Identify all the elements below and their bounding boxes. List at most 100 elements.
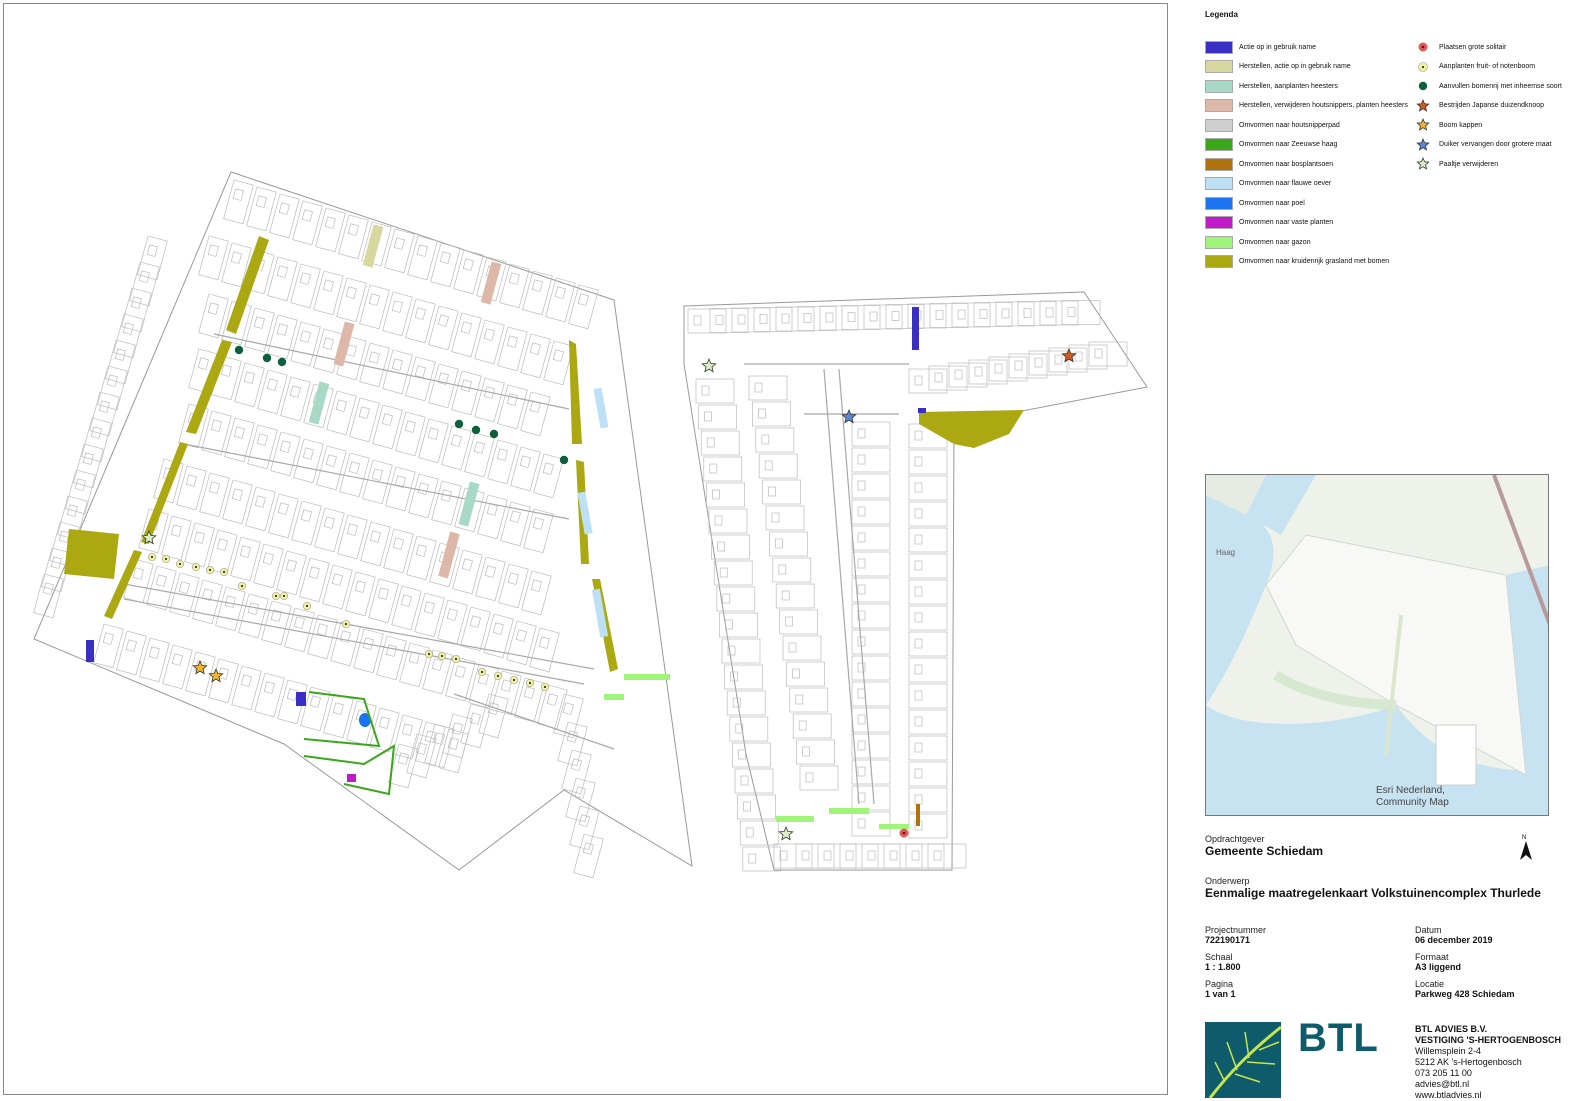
garden-plot[interactable] [129,261,160,307]
company-name: BTL ADVIES B.V. [1415,1024,1488,1034]
onderwerp-value: Eenmalige maatregelenkaart Volkstuinenco… [1205,886,1541,900]
legend-swatch [1205,79,1233,93]
legend-area-item: Omvormen naar bosplantsoen [1205,156,1333,172]
yellow-circle-dot-icon[interactable] [424,649,434,659]
garden-plot[interactable] [97,365,128,411]
legend-swatch [1205,40,1233,54]
garden-plot[interactable] [113,313,144,359]
legend-swatch [1205,60,1233,73]
yellow-circle-dot-icon[interactable] [437,651,447,661]
overview-credit-line-2: Community Map [1376,797,1449,808]
legend-area-item: Omvormen naar gazon [1205,234,1311,250]
legend-area-item: Omvormen naar Zeeuwse haag [1205,137,1337,153]
yellow-circle-dot-icon[interactable] [493,671,503,681]
legend-label: Omvormen naar kruidenrijk grasland met b… [1239,258,1390,265]
yellow-circle-dot-icon[interactable] [540,682,550,692]
legend-swatch [1205,157,1233,171]
opdrachtgever-block: Opdrachtgever Gemeente Schiedam [1205,834,1323,858]
site-map[interactable] [4,4,1169,1096]
company-email: advies@btl.nl [1415,1079,1470,1089]
legend-symbol-item: Aanplanten fruit- of notenboom [1413,59,1535,75]
yellow-circle-dot-icon[interactable] [147,552,157,562]
pagina-block: Pagina 1 van 1 [1205,979,1236,999]
locatie-label: Locatie [1415,979,1445,989]
legend-swatch [1205,138,1233,151]
legend-label: Plaatsen grote solitair [1439,43,1507,51]
garden-plot[interactable] [569,805,600,851]
company-address: BTL ADVIES B.V. VESTIGING 'S-HERTOGENBOS… [1415,1024,1561,1101]
legend-label: Omvormen naar gazon [1239,238,1311,246]
green-dot-icon[interactable] [277,357,287,367]
legend-symbol-item: Paaltje verwijderen [1413,156,1498,172]
legend-title: Legenda [1205,10,1238,19]
garden-plot[interactable] [81,417,112,463]
yellow-circle-dot-icon[interactable] [219,567,229,577]
yellow-circle-dot-icon[interactable] [525,678,535,688]
legend-area-item: Herstellen, actie op in gebruik name [1205,59,1351,75]
yellow-circle-dot-icon[interactable] [175,559,185,569]
yellow-circle-dot-icon[interactable] [477,667,487,677]
legend-area-item: Herstellen, aanplanten heesters [1205,78,1338,94]
garden-plot[interactable] [137,235,168,281]
yellow-circle-dot-icon[interactable] [191,562,201,572]
legend-symbol-item: Boom kappen [1413,117,1482,133]
pagina-value: 1 van 1 [1205,989,1236,999]
yellow-circle-dot-icon[interactable] [451,654,461,664]
yellow-circle-dot-icon[interactable] [279,591,289,601]
green-dot-icon[interactable] [489,429,499,439]
projectnummer-value: 722190171 [1205,935,1251,945]
legend-symbol-item: Aanvullen bomenrij met inheemse soort [1413,78,1562,94]
legend-area-item: Omvormen naar poel [1205,195,1305,211]
overview-map[interactable]: Haag Esri Nederland, Community Map [1205,474,1549,816]
green-dot-icon[interactable] [234,345,244,355]
garden-plot[interactable] [89,391,120,437]
formaat-value: A3 liggend [1415,962,1462,972]
legend-label: Omvormen naar vaste planten [1239,219,1334,226]
legend-label: Omvormen naar poel [1239,199,1305,207]
legend-label: Aanplanten fruit- of notenboom [1439,63,1536,70]
locatie-block: Locatie Parkweg 428 Schiedam [1415,979,1515,999]
overview-svg: Haag [1206,475,1548,815]
yellow-circle-dot-icon[interactable] [302,601,312,611]
legend-label: Paaltje verwijderen [1439,160,1499,168]
projectnummer-block: Projectnummer 722190171 [1205,925,1266,945]
formaat-label: Formaat [1415,952,1449,962]
garden-plot[interactable] [105,339,136,385]
garden-plot[interactable] [121,287,152,333]
star-icon [1413,137,1433,153]
projectnummer-label: Projectnummer [1205,925,1267,935]
red-circle-dot-icon [1413,39,1433,55]
garden-plot[interactable] [73,443,104,489]
yellow-circle-dot-icon[interactable] [271,591,281,601]
green-dot-icon[interactable] [262,353,272,363]
legend-area-item: Omvormen naar flauwe oever [1205,176,1331,192]
legend-label: Actie op in gebruik name [1239,43,1317,51]
datum-value: 06 december 2019 [1415,935,1493,945]
yellow-circle-dot-icon[interactable] [237,581,247,591]
garden-plot[interactable] [573,833,604,879]
left-complex [33,171,693,871]
onderwerp-label: Onderwerp [1205,876,1250,886]
star-icon [1413,117,1433,133]
yellow-circle-dot-icon[interactable] [161,554,171,564]
red-circle-dot-icon[interactable] [899,828,909,838]
yellow-circle-dot-icon[interactable] [341,619,351,629]
yellow-circle-dot-icon[interactable] [205,565,215,575]
map-frame[interactable] [3,3,1168,1095]
legend-symbol-item: Plaatsen grote solitair [1413,39,1506,55]
svg-text:Haag: Haag [1216,548,1235,557]
legend-swatch [1205,99,1233,112]
green-dot-icon[interactable] [471,425,481,435]
legend-swatch [1205,235,1233,249]
legend-area-item: Omvormen naar vaste planten [1205,215,1333,231]
btl-wordmark: BTL [1298,1016,1379,1060]
legend-area-item: Omvormen naar kruidenrijk grasland met b… [1205,254,1389,270]
legend-label: Bestrijden Japanse duizendknoop [1439,102,1545,109]
legend-area-item: Omvormen naar houtsnipperpad [1205,117,1340,133]
green-dot-icon[interactable] [559,455,569,465]
green-dot-icon[interactable] [454,419,464,429]
schaal-block: Schaal 1 : 1.800 [1205,952,1241,972]
legend-label: Herstellen, verwijderen houtsnippers, pl… [1239,102,1408,109]
yellow-circle-dot-icon[interactable] [509,675,519,685]
legend-swatch [1205,118,1233,132]
